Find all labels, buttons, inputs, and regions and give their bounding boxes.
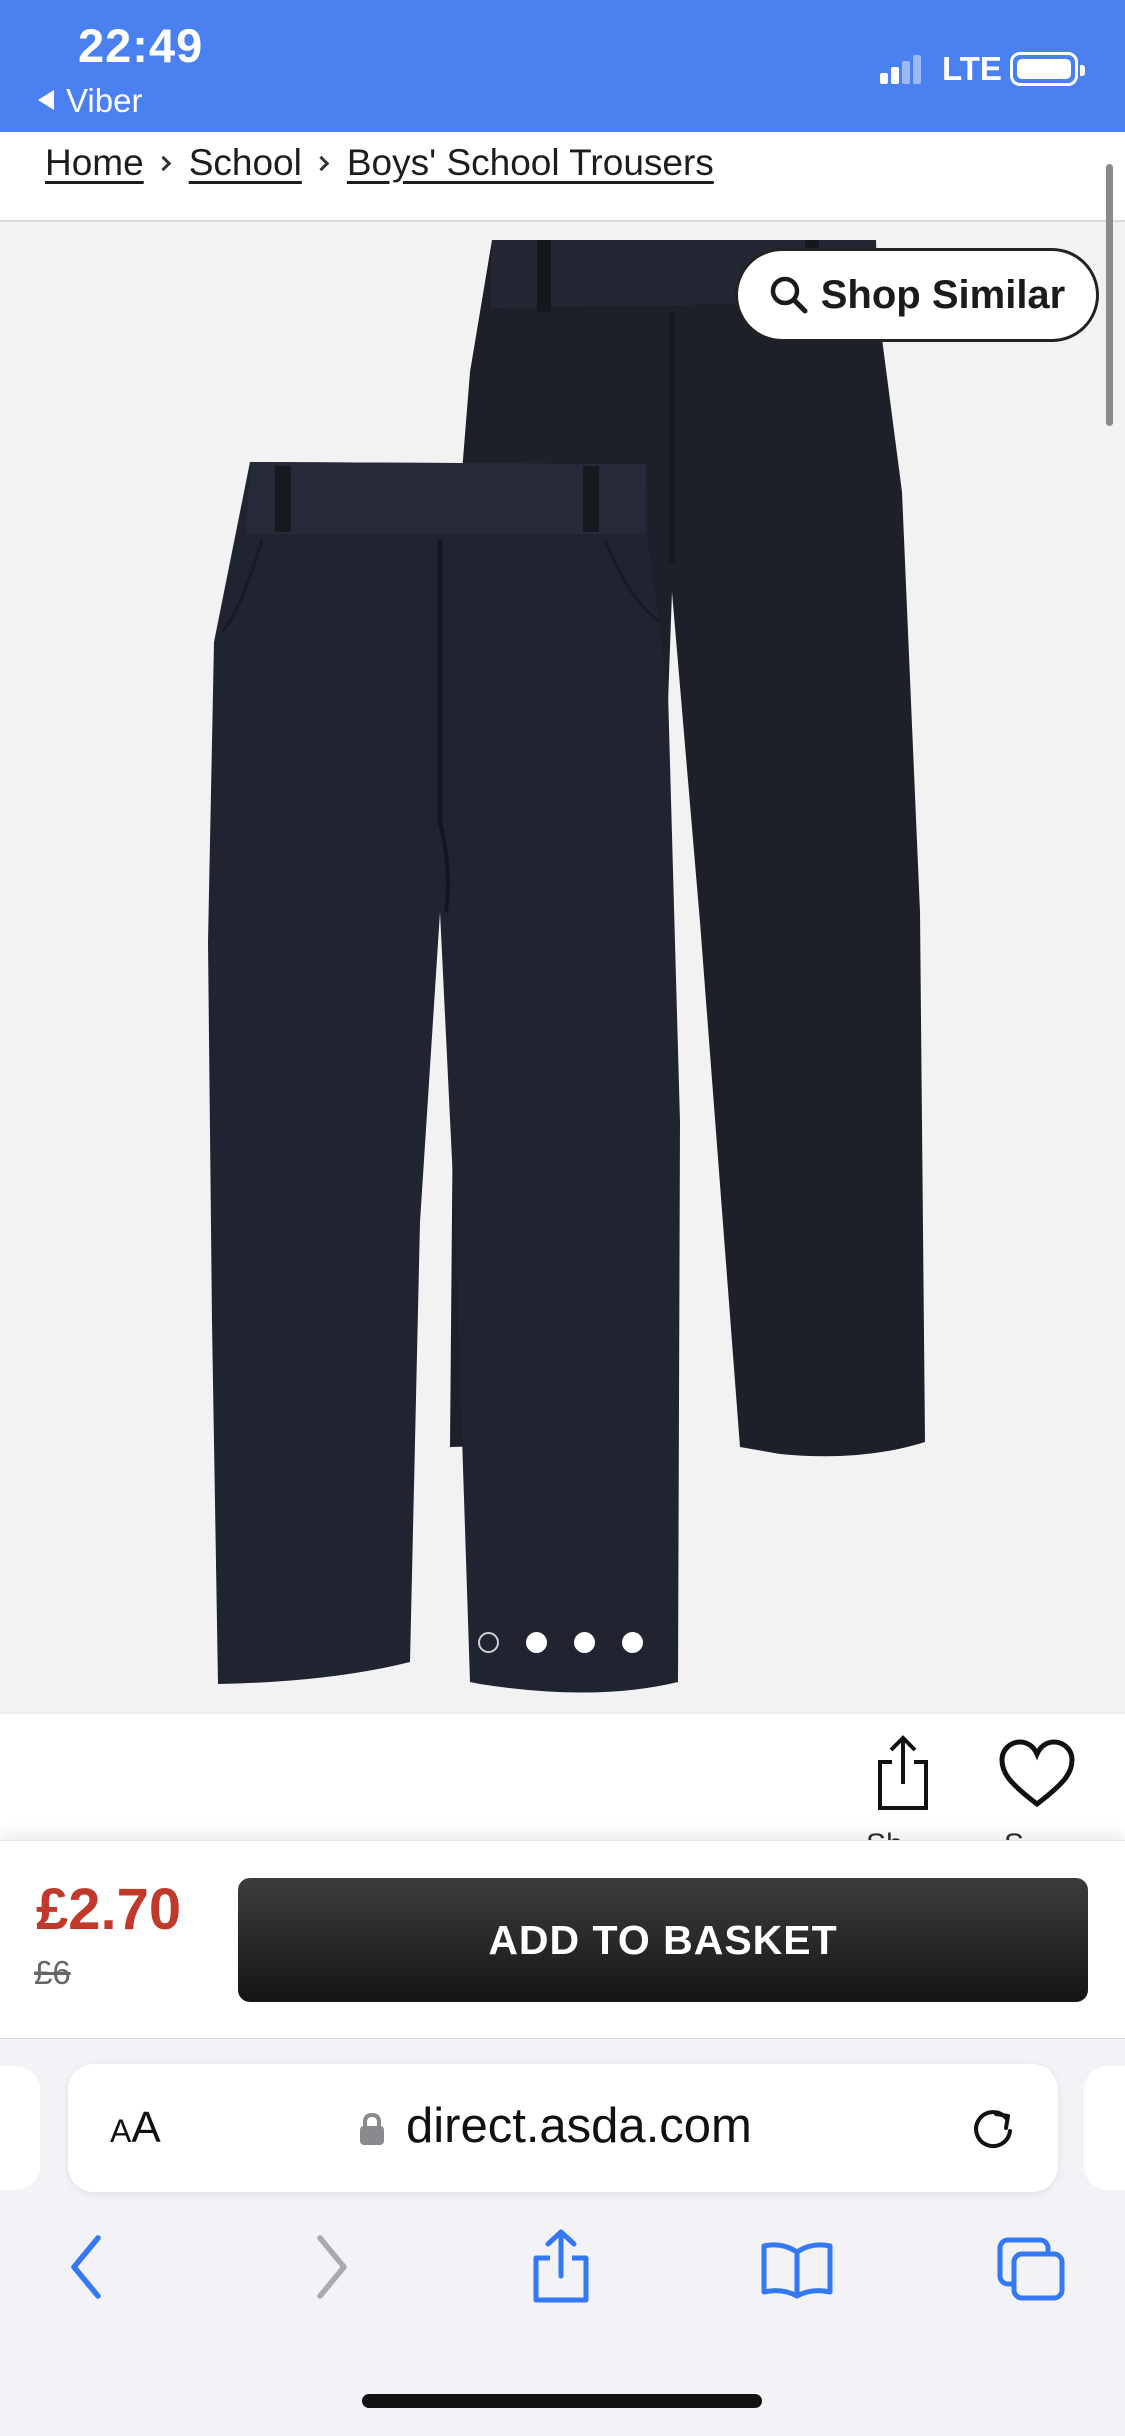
trousers-illustration bbox=[208, 240, 925, 1693]
tabs-icon[interactable] bbox=[996, 2236, 1068, 2302]
status-bar: 22:49 Viber LTE bbox=[0, 0, 1125, 132]
lock-icon bbox=[360, 2112, 384, 2145]
carousel-dot[interactable] bbox=[622, 1632, 643, 1653]
signal-icon bbox=[880, 54, 924, 84]
divider bbox=[0, 1712, 1125, 1714]
carousel-dots bbox=[478, 1632, 643, 1653]
home-indicator[interactable] bbox=[362, 2394, 762, 2408]
network-label: LTE bbox=[942, 50, 1002, 87]
carousel-dot[interactable] bbox=[478, 1632, 499, 1653]
shop-similar-label: Shop Similar bbox=[820, 272, 1066, 317]
back-arrow-icon bbox=[38, 90, 54, 110]
share-icon[interactable] bbox=[530, 2228, 592, 2304]
chevron-right-icon[interactable] bbox=[312, 2232, 352, 2302]
carousel-dot[interactable] bbox=[574, 1632, 595, 1653]
back-app-label: Viber bbox=[66, 82, 143, 119]
add-to-basket-button[interactable]: ADD TO BASKET bbox=[238, 1878, 1088, 2002]
text-size-button[interactable]: AA bbox=[110, 2103, 161, 2153]
share-icon[interactable] bbox=[874, 1732, 932, 1812]
shop-similar-button[interactable]: Shop Similar bbox=[735, 248, 1099, 342]
current-price: £2.70 bbox=[36, 1877, 182, 1942]
breadcrumb-home[interactable]: Home bbox=[45, 142, 144, 184]
chevron-left-icon[interactable] bbox=[66, 2232, 106, 2302]
chevron-right-icon bbox=[313, 155, 330, 171]
breadcrumb: Home School Boys' School Trousers bbox=[45, 138, 714, 188]
breadcrumb-school[interactable]: School bbox=[189, 142, 302, 184]
reload-icon[interactable] bbox=[968, 2104, 1018, 2154]
next-tab-preview[interactable] bbox=[1084, 2066, 1125, 2190]
previous-tab-preview[interactable] bbox=[0, 2066, 40, 2190]
breadcrumb-boys-school-trousers[interactable]: Boys' School Trousers bbox=[347, 142, 714, 184]
previous-price: £6 bbox=[34, 1954, 71, 1991]
product-image[interactable] bbox=[0, 222, 1125, 1712]
heart-icon[interactable] bbox=[998, 1738, 1076, 1810]
battery-icon bbox=[1010, 52, 1085, 86]
chevron-right-icon bbox=[155, 155, 171, 171]
carousel-dot[interactable] bbox=[526, 1632, 547, 1653]
book-icon[interactable] bbox=[760, 2240, 834, 2300]
status-time: 22:49 bbox=[78, 19, 204, 72]
url-text[interactable]: direct.asda.com bbox=[406, 2098, 752, 2154]
scrollbar[interactable] bbox=[1106, 164, 1113, 426]
search-icon bbox=[770, 276, 808, 314]
back-to-app-link[interactable]: Viber bbox=[38, 82, 142, 120]
